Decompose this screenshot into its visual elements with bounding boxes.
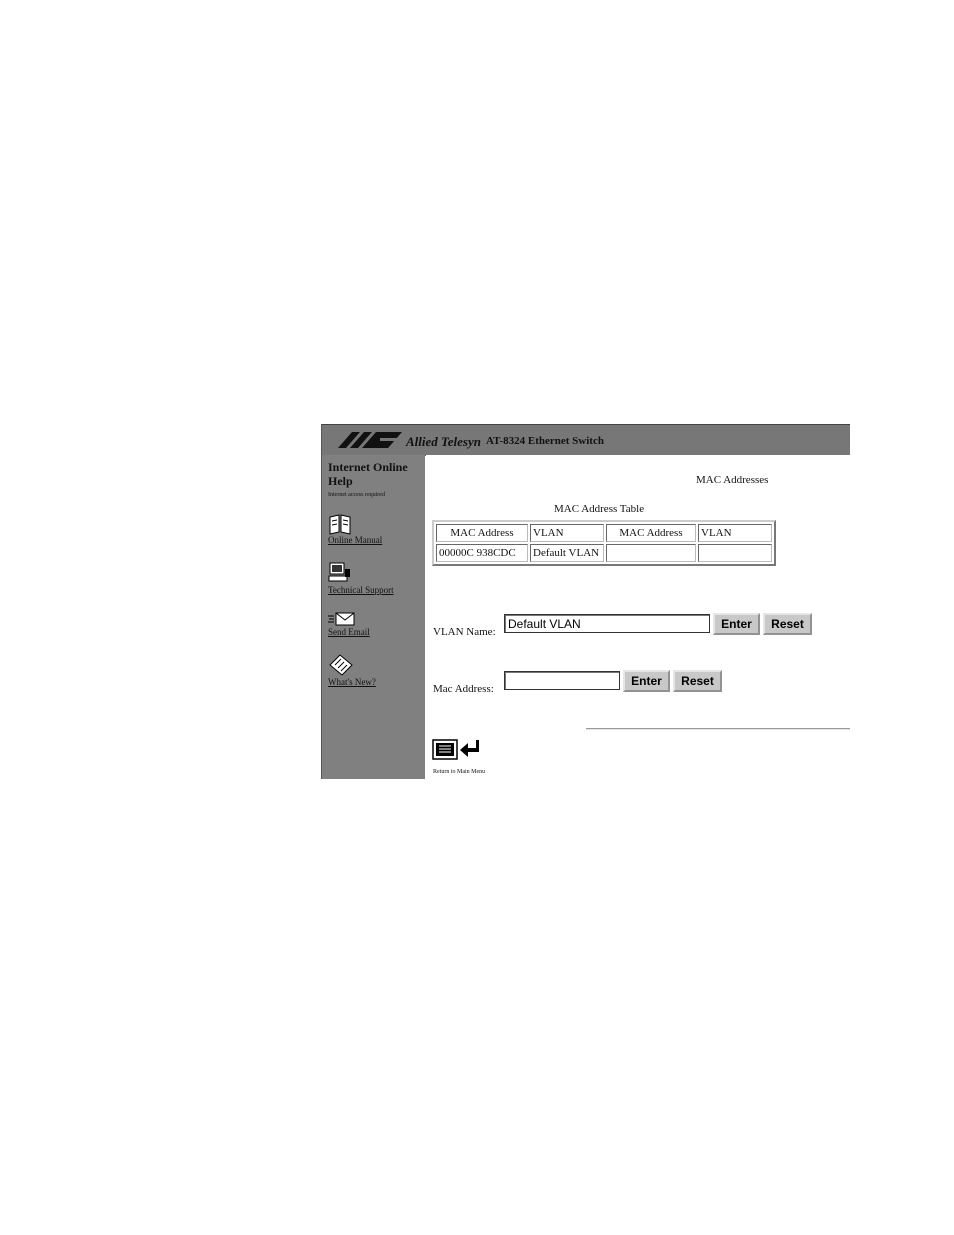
table-cell xyxy=(606,544,696,562)
help-sidebar: Internet Online Help Internet access req… xyxy=(322,455,425,779)
mac-address-table: MAC Address VLAN MAC Address VLAN 00000C… xyxy=(432,520,776,566)
table-row: 00000C 938CDC Default VLAN xyxy=(436,544,772,562)
sidebar-item-label[interactable]: Technical Support xyxy=(328,585,394,595)
main-content: MAC Addresses MAC Address Table MAC Addr… xyxy=(426,455,850,779)
sidebar-item-whats-new[interactable]: What's New? xyxy=(328,653,376,687)
vlan-name-input[interactable] xyxy=(504,614,710,633)
brand-name: Allied Telesyn xyxy=(406,434,481,449)
page-title: MAC Addresses xyxy=(696,474,769,486)
sidebar-item-label[interactable]: What's New? xyxy=(328,677,376,687)
sidebar-note: Internet access required xyxy=(328,492,385,498)
column-header: MAC Address xyxy=(436,524,528,542)
header-bar: Allied Telesyn AT-8324 Ethernet Switch xyxy=(322,424,850,456)
return-menu-icon xyxy=(432,739,479,760)
browser-screenshot: Allied Telesyn AT-8324 Ethernet Switch I… xyxy=(321,424,850,779)
divider xyxy=(586,728,850,730)
sidebar-title: Internet Online Help xyxy=(328,460,408,488)
allied-telesyn-logo xyxy=(338,432,402,448)
mac-address-label: Mac Address: xyxy=(433,683,494,695)
table-cell: Default VLAN xyxy=(530,544,604,562)
vlan-reset-button[interactable]: Reset xyxy=(763,613,812,635)
column-header: VLAN xyxy=(698,524,772,542)
column-header: MAC Address xyxy=(606,524,696,542)
newspaper-icon xyxy=(329,654,353,676)
sidebar-item-technical-support[interactable]: Technical Support xyxy=(328,561,394,595)
envelope-icon xyxy=(328,612,355,626)
return-main-menu-label[interactable]: Return to Main Menu xyxy=(433,769,485,775)
vlan-enter-button[interactable]: Enter xyxy=(713,613,760,635)
sidebar-item-label[interactable]: Send Email xyxy=(328,627,370,637)
book-icon xyxy=(329,514,351,535)
vlan-name-label: VLAN Name: xyxy=(433,626,496,638)
sidebar-item-send-email[interactable]: Send Email xyxy=(328,611,370,637)
sidebar-item-online-manual[interactable]: Online Manual xyxy=(328,513,382,545)
mac-enter-button[interactable]: Enter xyxy=(623,670,670,692)
sidebar-item-label[interactable]: Online Manual xyxy=(328,535,382,545)
table-cell xyxy=(698,544,772,562)
return-main-menu-link[interactable] xyxy=(432,738,484,767)
table-header-row: MAC Address VLAN MAC Address VLAN xyxy=(436,524,772,542)
product-name: AT-8324 Ethernet Switch xyxy=(486,435,604,447)
table-cell: 00000C 938CDC xyxy=(436,544,528,562)
computer-phone-icon xyxy=(328,562,350,582)
table-caption: MAC Address Table xyxy=(554,503,645,515)
column-header: VLAN xyxy=(530,524,604,542)
mac-reset-button[interactable]: Reset xyxy=(673,670,722,692)
mac-address-input[interactable] xyxy=(504,671,620,690)
